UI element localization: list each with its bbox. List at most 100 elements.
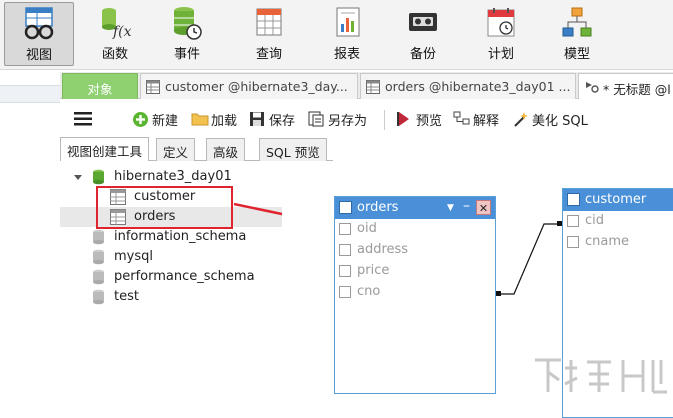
toolbar-view-button[interactable]: 视图 [4,2,74,66]
save-button[interactable]: 保存 [249,110,295,130]
tree-database-label: test [114,289,139,304]
tab-advanced[interactable]: 高级 [206,138,246,161]
toolbar-report-button[interactable]: 报表 [312,2,382,66]
entity-orders[interactable]: orders ▼ – ✕ oid address price cno [334,196,496,394]
database-gray-icon [93,269,104,285]
annotation-highlight-box [96,186,233,229]
toolbar-label: 计划 [487,47,514,62]
subtab-label: SQL 预览 [266,145,320,160]
tree-database-label: performance_schema [114,269,255,284]
tab-orders-label: orders @hibernate3_day01 ... [385,79,571,94]
backup-tape-icon [409,13,437,31]
field-row[interactable]: cid [563,211,673,232]
main-toolbar: 视图 f(x) 函数 事件 查询 [0,0,673,70]
svg-text:f(x): f(x) [112,24,131,40]
field-label: address [357,242,409,257]
preview-button[interactable]: 预览 [396,110,442,130]
schedule-calendar-icon [487,8,515,37]
close-icon[interactable]: ✕ [476,200,491,215]
field-row[interactable]: address [335,240,495,261]
tree-database-test[interactable]: test [60,287,282,307]
toolbar-model-button[interactable]: 模型 [542,2,612,66]
database-gray-icon [93,289,104,305]
field-row[interactable]: price [335,261,495,282]
entity-header[interactable]: orders ▼ – ✕ [335,197,495,219]
document-tab-bar: 对象 customer @hibernate3_day... orders @h… [60,72,673,99]
minimize-icon[interactable]: – [459,199,474,215]
tab-untitled-view[interactable]: * 无标题 @l [578,73,673,99]
save-as-button[interactable]: 另存为 [308,110,367,130]
field-label: price [357,263,390,278]
field-checkbox[interactable] [567,236,579,248]
tree-database-mysql[interactable]: mysql [60,247,282,267]
view-tab-icon [586,82,599,93]
field-checkbox[interactable] [339,244,351,256]
tree-database-information-schema[interactable]: information_schema [60,227,282,247]
new-button-label: 新建 [152,114,179,129]
tab-orders-table[interactable]: orders @hibernate3_day01 ... [360,73,576,99]
toolbar-label: 事件 [173,47,200,62]
entity-title: customer [585,192,647,207]
select-all-checkbox[interactable] [567,193,580,206]
preview-button-label: 预览 [416,114,443,129]
tab-view-builder[interactable]: 视图创建工具 [60,137,150,161]
tree-database-label: hibernate3_day01 [114,169,232,184]
view-glasses-icon [24,7,54,40]
toolbar-label: 报表 [333,47,360,62]
tree-database-label: mysql [114,249,153,264]
save-button-label: 保存 [269,114,296,129]
field-checkbox[interactable] [339,286,351,298]
expand-triangle-icon[interactable] [74,173,82,181]
query-grid-icon [256,8,282,36]
toolbar-event-button[interactable]: 事件 [152,2,222,66]
tab-definition[interactable]: 定义 [156,138,196,161]
database-gray-icon [93,249,104,265]
tree-database-hibernate3[interactable]: hibernate3_day01 [60,167,282,187]
floppy-save-icon [250,112,264,126]
tab-objects-label: 对象 [87,82,113,97]
subtab-label: 高级 [213,145,239,160]
subtab-label: 定义 [163,145,189,160]
view-builder-subtabs: 视图创建工具 定义 高级 SQL 预览 [60,137,333,161]
database-green-icon [93,169,104,185]
table-icon [366,80,380,94]
table-icon [146,80,160,94]
tab-untitled-label: * 无标题 @l [603,82,671,97]
tab-customer-table[interactable]: customer @hibernate3_day... [140,73,358,99]
folder-icon [191,113,209,126]
explain-button-label: 解释 [473,114,500,129]
dropdown-arrow-icon[interactable]: ▼ [443,200,458,215]
report-chart-icon [336,7,360,37]
beautify-sql-button[interactable]: 美化 SQL [512,110,588,130]
function-fx-icon: f(x) [102,8,131,40]
field-checkbox[interactable] [567,215,579,227]
explain-button[interactable]: 解释 [453,110,499,130]
connection-panel [0,70,60,413]
toolbar-query-button[interactable]: 查询 [234,2,304,66]
select-all-checkbox[interactable] [339,201,352,214]
toolbar-schedule-button[interactable]: 计划 [466,2,536,66]
toolbar-divider [384,110,385,130]
toolbar-backup-button[interactable]: 备份 [388,2,458,66]
toolbar-label: 视图 [25,48,52,63]
tab-objects[interactable]: 对象 [62,73,138,99]
field-row[interactable]: cno [335,282,495,303]
field-row[interactable]: oid [335,219,495,240]
field-checkbox[interactable] [339,223,351,235]
load-button[interactable]: 加载 [191,110,237,130]
tree-database-performance-schema[interactable]: performance_schema [60,267,282,287]
toolbar-label: 查询 [255,47,282,62]
toolbar-function-button[interactable]: f(x) 函数 [80,2,150,66]
entity-header[interactable]: customer [563,189,673,211]
tab-sql-preview[interactable]: SQL 预览 [259,138,327,161]
connection-panel-row[interactable] [0,85,60,103]
new-plus-icon [133,112,148,127]
relation-line [496,221,562,296]
new-button[interactable]: 新建 [132,110,178,130]
load-button-label: 加载 [211,114,238,129]
field-row[interactable]: cname [563,232,673,253]
database-gray-icon [93,229,104,245]
hamburger-menu-icon[interactable] [74,112,92,126]
field-checkbox[interactable] [339,265,351,277]
field-label: cid [585,213,605,228]
